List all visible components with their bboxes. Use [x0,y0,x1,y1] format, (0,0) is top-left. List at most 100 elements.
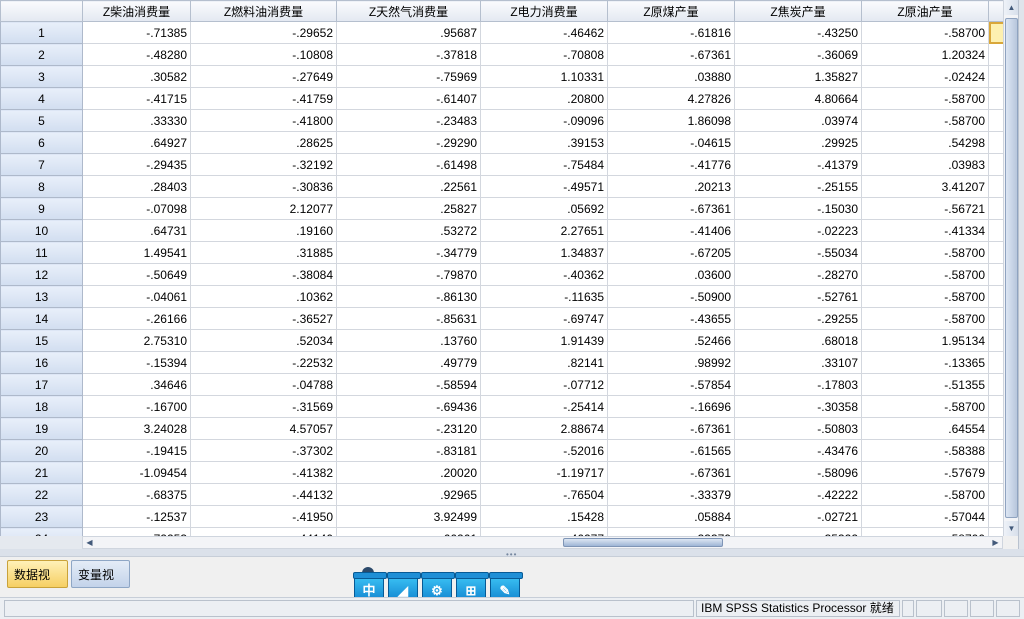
data-cell[interactable]: 1.34837 [480,241,608,264]
data-cell[interactable]: -.52761 [734,285,862,308]
data-cell[interactable]: -.37302 [190,439,337,462]
row-header[interactable]: 23 [0,505,83,528]
column-header[interactable]: Z焦炭产量 [734,0,862,22]
data-cell[interactable]: -.57854 [607,373,735,396]
data-cell[interactable]: .31885 [190,241,337,264]
data-cell[interactable]: -.75484 [480,153,608,176]
data-cell[interactable]: -.41715 [82,87,191,110]
data-cell[interactable]: -.61816 [607,21,735,44]
data-cell[interactable]: -.26166 [82,307,191,330]
data-cell[interactable]: -.58700 [861,483,989,506]
data-cell[interactable]: -.41382 [190,461,337,484]
data-cell[interactable]: -.15394 [82,351,191,374]
scroll-left-arrow-icon[interactable]: ◀ [83,537,96,548]
data-cell[interactable]: -.36069 [734,43,862,66]
data-cell[interactable]: -.68375 [82,483,191,506]
data-cell[interactable]: .13760 [336,329,481,352]
row-header[interactable]: 12 [0,263,83,286]
data-cell[interactable]: -1.19717 [480,461,608,484]
data-cell[interactable]: -.19415 [82,439,191,462]
data-cell[interactable]: -.16700 [82,395,191,418]
data-cell[interactable]: .22561 [336,175,481,198]
data-cell[interactable]: -.27649 [190,65,337,88]
data-cell[interactable]: 1.86098 [607,109,735,132]
data-cell[interactable]: -.09096 [480,109,608,132]
data-cell[interactable]: -.36527 [190,307,337,330]
data-cell[interactable]: -.67361 [607,43,735,66]
data-cell[interactable]: -.37818 [336,43,481,66]
row-header[interactable]: 1 [0,21,83,44]
column-header[interactable]: Z原油产量 [861,0,989,22]
data-cell[interactable]: -.83181 [336,439,481,462]
data-cell[interactable]: .20213 [607,175,735,198]
data-cell[interactable]: 1.49541 [82,241,191,264]
data-cell[interactable]: 1.91439 [480,329,608,352]
data-cell[interactable]: .52466 [607,329,735,352]
data-cell[interactable]: -.42222 [734,483,862,506]
data-cell[interactable]: -.40362 [480,263,608,286]
data-cell[interactable]: -.58388 [861,439,989,462]
data-cell[interactable]: -.69436 [336,395,481,418]
row-header[interactable]: 21 [0,461,83,484]
data-cell[interactable]: .66261 [336,527,481,536]
column-header[interactable]: Z电力消费量 [480,0,608,22]
data-cell[interactable]: -.50649 [82,263,191,286]
data-cell[interactable]: .03600 [607,263,735,286]
data-cell[interactable]: .20800 [480,87,608,110]
data-cell[interactable]: -.58096 [734,461,862,484]
data-cell[interactable]: .30582 [82,65,191,88]
data-cell[interactable]: .34646 [82,373,191,396]
data-cell[interactable]: -.17803 [734,373,862,396]
data-cell[interactable]: -.58700 [861,527,989,536]
data-cell[interactable]: -.07712 [480,373,608,396]
data-cell[interactable]: .05884 [607,505,735,528]
row-header[interactable]: 16 [0,351,83,374]
data-cell[interactable]: -.43655 [607,307,735,330]
data-cell[interactable]: -.04615 [607,131,735,154]
data-cell[interactable]: -.04788 [190,373,337,396]
row-header[interactable]: 14 [0,307,83,330]
data-cell[interactable]: .29925 [734,131,862,154]
data-cell[interactable]: -.67361 [607,417,735,440]
data-cell[interactable]: 4.27826 [607,87,735,110]
data-cell[interactable]: -.48280 [82,43,191,66]
data-cell[interactable]: -.76504 [480,483,608,506]
data-cell[interactable]: -.58700 [861,307,989,330]
data-cell[interactable]: .15428 [480,505,608,528]
data-cell[interactable]: -.15030 [734,197,862,220]
data-cell[interactable]: -.07098 [82,197,191,220]
data-cell[interactable]: -.55034 [734,241,862,264]
data-cell[interactable]: .64554 [861,417,989,440]
data-cell[interactable]: .46277 [480,527,608,536]
data-cell[interactable]: -.70808 [480,43,608,66]
data-cell[interactable]: -.61498 [336,153,481,176]
data-cell[interactable]: -.71385 [82,21,191,44]
data-cell[interactable]: -.61565 [607,439,735,462]
data-cell[interactable]: .82141 [480,351,608,374]
data-cell[interactable]: .54298 [861,131,989,154]
scroll-right-arrow-icon[interactable]: ▶ [989,537,1002,548]
data-cell[interactable]: 1.10331 [480,65,608,88]
data-cell[interactable]: .28403 [82,175,191,198]
data-cell[interactable]: -.69747 [480,307,608,330]
data-cell[interactable]: -.33379 [607,527,735,536]
data-cell[interactable]: -.38084 [190,263,337,286]
data-cell[interactable]: .19160 [190,219,337,242]
data-cell[interactable]: -.86130 [336,285,481,308]
data-cell[interactable]: .33330 [82,109,191,132]
data-cell[interactable]: .95687 [336,21,481,44]
data-cell[interactable]: -.61407 [336,87,481,110]
row-header[interactable]: 22 [0,483,83,506]
data-cell[interactable]: .20020 [336,461,481,484]
pane-splitter[interactable]: ••• [0,549,1024,559]
data-cell[interactable]: 4.80664 [734,87,862,110]
data-cell[interactable]: -.85631 [336,307,481,330]
data-cell[interactable]: -.41379 [734,153,862,176]
data-cell[interactable]: .92965 [336,483,481,506]
data-cell[interactable]: -.79870 [336,263,481,286]
data-cell[interactable]: -.22532 [190,351,337,374]
grid-corner-header[interactable] [0,0,83,22]
column-header[interactable]: Z柴油消费量 [82,0,191,22]
data-cell[interactable]: -.25155 [734,175,862,198]
data-cell[interactable]: -.72253 [82,527,191,536]
